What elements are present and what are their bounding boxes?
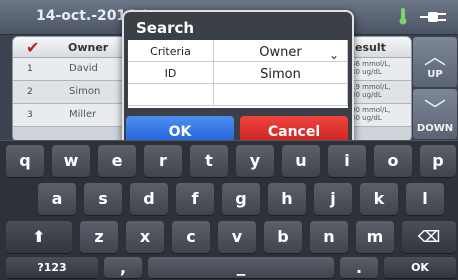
key-m[interactable]: m xyxy=(356,221,394,253)
field-label-cell: ID xyxy=(128,62,214,84)
row-number: 3 xyxy=(27,110,33,120)
search-dialog: Search Criteria Owner ⌄ ID Simon OK Canc… xyxy=(122,10,354,144)
ok-label: OK xyxy=(168,124,192,140)
row-result: 19 mmol/L, 30 ug/dL xyxy=(351,83,391,99)
chevron-down-icon: ⌄ xyxy=(328,48,339,62)
thermometer-icon xyxy=(399,8,407,25)
row-owner: Simon xyxy=(69,86,101,97)
shift-icon: ⬆ xyxy=(32,227,46,246)
key-n[interactable]: n xyxy=(310,221,348,253)
key-k[interactable]: k xyxy=(360,183,398,215)
down-label: DOWN xyxy=(416,123,454,134)
key-i[interactable]: i xyxy=(328,145,366,177)
criteria-select[interactable]: Owner ⌄ xyxy=(214,40,348,62)
chevron-up-icon: ︿ xyxy=(423,45,446,70)
period-key[interactable]: . xyxy=(340,257,378,278)
key-a[interactable]: a xyxy=(38,183,76,215)
shift-key[interactable]: ⬆ xyxy=(6,221,72,253)
key-o[interactable]: o xyxy=(374,145,412,177)
empty-cell xyxy=(128,84,214,106)
key-s[interactable]: s xyxy=(84,183,122,215)
key-b[interactable]: b xyxy=(264,221,302,253)
onscreen-keyboard: q w e r t y u i o p a s d f g h j k l ⬆ … xyxy=(0,140,458,278)
row-owner: Miller xyxy=(69,109,97,120)
key-f[interactable]: f xyxy=(176,183,214,215)
key-y[interactable]: y xyxy=(236,145,274,177)
empty-cell xyxy=(214,84,348,106)
cancel-label: Cancel xyxy=(267,124,321,140)
key-l[interactable]: l xyxy=(406,183,444,215)
key-g[interactable]: g xyxy=(222,183,260,215)
chevron-down-icon: ﹀ xyxy=(423,99,446,124)
field-label: ID xyxy=(164,67,177,80)
key-e[interactable]: e xyxy=(98,145,136,177)
search-input[interactable]: Simon xyxy=(214,62,348,84)
up-label: UP xyxy=(427,69,443,80)
search-value: Simon xyxy=(260,67,301,82)
space-key[interactable]: ▁ xyxy=(148,257,334,278)
search-form: Criteria Owner ⌄ ID Simon xyxy=(128,40,348,108)
keyboard-ok-key[interactable]: OK xyxy=(384,257,456,278)
key-q[interactable]: q xyxy=(6,145,44,177)
key-p[interactable]: p xyxy=(420,145,456,177)
backspace-key[interactable]: ⌫ xyxy=(402,221,456,253)
space-icon: ▁ xyxy=(236,263,246,276)
key-w[interactable]: w xyxy=(52,145,90,177)
key-h[interactable]: h xyxy=(268,183,306,215)
row-result: 46 mmol/L, 30 ug/dL xyxy=(351,60,391,76)
mode-key[interactable]: ?123 xyxy=(6,257,98,278)
up-button[interactable]: ︿ UP xyxy=(412,36,458,88)
key-v[interactable]: v xyxy=(218,221,256,253)
backspace-icon: ⌫ xyxy=(417,227,441,246)
dialog-title: Search xyxy=(136,19,195,37)
comma-key[interactable]: , xyxy=(104,257,142,278)
key-x[interactable]: x xyxy=(126,221,164,253)
key-r[interactable]: r xyxy=(144,145,182,177)
down-button[interactable]: ﹀ DOWN xyxy=(412,88,458,140)
row-result: 00 mmol/L, 30 ug/dL xyxy=(351,106,391,122)
criteria-label: Criteria xyxy=(150,45,191,58)
row-owner: David xyxy=(69,63,98,74)
header-owner: Owner xyxy=(68,41,109,54)
key-d[interactable]: d xyxy=(130,183,168,215)
row-number: 1 xyxy=(27,64,33,74)
key-c[interactable]: c xyxy=(172,221,210,253)
plug-icon xyxy=(420,12,446,22)
row-number: 2 xyxy=(27,87,33,97)
criteria-value: Owner xyxy=(259,45,302,60)
key-z[interactable]: z xyxy=(80,221,118,253)
check-icon[interactable]: ✔ xyxy=(26,38,39,57)
criteria-label-cell: Criteria xyxy=(128,40,214,62)
header-result: esult xyxy=(355,41,386,54)
key-j[interactable]: j xyxy=(314,183,352,215)
key-u[interactable]: u xyxy=(282,145,320,177)
key-t[interactable]: t xyxy=(190,145,228,177)
